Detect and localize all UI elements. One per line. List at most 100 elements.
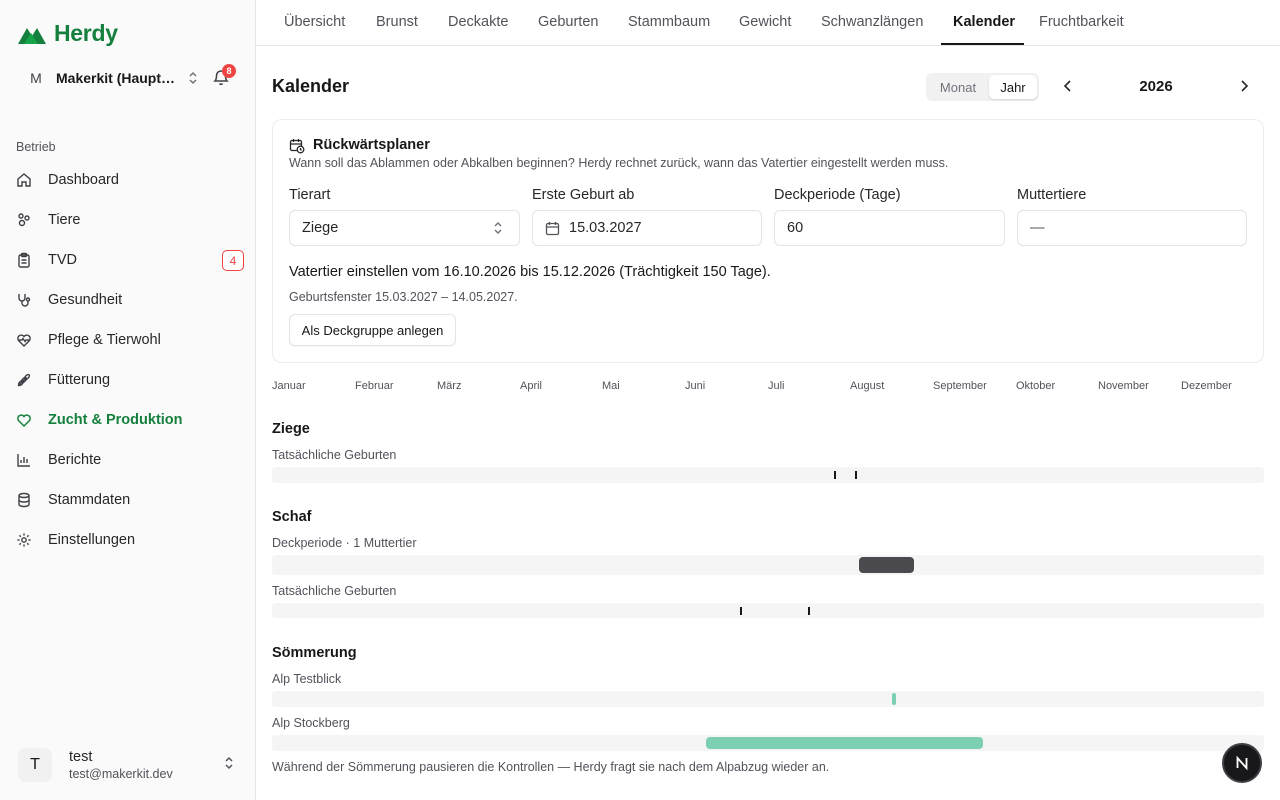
gear-icon <box>16 532 32 548</box>
user-avatar: T <box>18 748 52 782</box>
sidebar-item-label: Gesundheit <box>48 292 123 308</box>
bar-chart-icon <box>16 452 32 468</box>
nav-group-label: Betrieb <box>16 140 56 154</box>
view-toggle: Monat Jahr <box>926 73 1039 101</box>
mothers-value: — <box>1030 220 1045 236</box>
tab-deckakte[interactable]: Deckakte <box>448 14 508 30</box>
chevron-right-icon <box>1241 80 1249 92</box>
chevrons-up-down-icon <box>186 71 200 85</box>
logo[interactable]: Herdy <box>18 20 118 47</box>
pasture-testblick-track <box>272 691 1264 707</box>
planner-title: Rückwärtsplaner <box>313 137 430 153</box>
period-bar[interactable] <box>892 693 896 705</box>
breeding-period-value: 60 <box>787 220 804 236</box>
month-label: Juli <box>768 380 785 392</box>
tab-stammbaum[interactable]: Stammbaum <box>628 14 710 30</box>
birth-tick[interactable] <box>807 607 810 615</box>
sidebar-item-stammdaten[interactable]: Stammdaten <box>8 480 248 520</box>
view-month-button[interactable]: Monat <box>930 75 986 99</box>
heart-icon <box>16 412 32 428</box>
birth-tick[interactable] <box>834 471 837 479</box>
sidebar-item-dashboard[interactable]: Dashboard <box>8 160 248 200</box>
year-label: 2026 <box>1139 78 1173 95</box>
sidebar-item-fuetterung[interactable]: Fütterung <box>8 360 248 400</box>
species-label: Tierart <box>289 187 331 203</box>
species-select[interactable]: Ziege <box>289 210 520 246</box>
chevrons-up-down-icon <box>222 756 236 770</box>
stethoscope-icon <box>16 292 32 308</box>
birth-window: Geburtsfenster 15.03.2027 – 14.05.2027. <box>289 290 518 304</box>
user-meta: test test@makerkit.dev <box>69 749 173 781</box>
sheep-section-title: Schaf <box>272 509 312 525</box>
sheep-births-label: Tatsächliche Geburten <box>272 584 397 598</box>
sidebar-item-label: Stammdaten <box>48 492 131 508</box>
database-icon <box>16 492 32 508</box>
sidebar-item-label: Fütterung <box>48 372 111 388</box>
tvd-count-badge: 4 <box>222 250 244 271</box>
month-label: Dezember <box>1181 380 1232 392</box>
page-title: Kalender <box>272 76 350 96</box>
tab-kalender[interactable]: Kalender <box>953 14 1015 30</box>
pasture-label: Alp Stockberg <box>272 716 350 730</box>
org-name: Makerkit (Hauptbetrieb) <box>56 70 178 86</box>
main-nav: Dashboard Tiere TVD 4 Gesundheit Pflege … <box>8 160 248 560</box>
summer-section-title: Sömmerung <box>272 645 357 661</box>
wheat-icon <box>16 372 32 388</box>
sheep-breeding-label: Deckperiode · 1 Muttertier <box>272 536 417 550</box>
heart-pulse-icon <box>16 332 32 348</box>
next-year-button[interactable] <box>1236 78 1252 94</box>
birth-tick[interactable] <box>855 471 858 479</box>
month-label: Februar <box>355 380 394 392</box>
org-avatar: M <box>30 70 42 86</box>
sidebar-item-label: Dashboard <box>48 172 119 188</box>
sheep-breeding-track <box>272 555 1264 575</box>
breeding-period-input[interactable]: 60 <box>774 210 1005 246</box>
sidebar-item-label: Berichte <box>48 452 102 468</box>
chevron-left-icon <box>1063 80 1071 92</box>
month-label: Januar <box>272 380 306 392</box>
org-switcher[interactable]: M Makerkit (Hauptbetrieb) <box>16 60 240 96</box>
tab-uebersicht[interactable]: Übersicht <box>284 14 345 30</box>
period-bar[interactable] <box>706 737 984 749</box>
goat-section-title: Ziege <box>272 421 310 437</box>
home-icon <box>16 172 32 188</box>
planner-result: Vatertier einstellen vom 16.10.2026 bis … <box>289 264 771 280</box>
dev-tools-button[interactable] <box>1222 743 1262 783</box>
mothers-select[interactable]: — <box>1017 210 1247 246</box>
active-tab-indicator <box>941 43 1024 45</box>
notification-count-badge: 8 <box>222 64 236 78</box>
sidebar-item-einstellungen[interactable]: Einstellungen <box>8 520 248 560</box>
birth-tick[interactable] <box>740 607 743 615</box>
previous-year-button[interactable] <box>1060 78 1076 94</box>
tab-fruchtbarkeit[interactable]: Fruchtbarkeit <box>1039 14 1124 30</box>
view-year-button[interactable]: Jahr <box>989 75 1037 99</box>
animal-icon <box>16 212 32 228</box>
sheep-births-track <box>272 603 1264 618</box>
month-label: Mai <box>602 380 620 392</box>
sidebar: Herdy M Makerkit (Hauptbetrieb) 8 Betrie… <box>0 0 256 800</box>
user-menu[interactable]: T test test@makerkit.dev <box>8 737 246 793</box>
tab-brunst[interactable]: Brunst <box>376 14 418 30</box>
month-label: August <box>850 380 885 392</box>
calendar-clock-icon <box>289 138 305 154</box>
tab-schwanzlaengen[interactable]: Schwanzlängen <box>821 14 923 30</box>
month-label: September <box>933 380 987 392</box>
sidebar-item-pflege[interactable]: Pflege & Tierwohl <box>8 320 248 360</box>
first-birth-date-picker[interactable]: 15.03.2027 <box>532 210 762 246</box>
create-breeding-group-button[interactable]: Als Deckgruppe anlegen <box>289 314 456 346</box>
clipboard-icon <box>16 252 32 268</box>
sidebar-item-label: Tiere <box>48 212 81 228</box>
sidebar-item-tvd[interactable]: TVD 4 <box>8 240 248 280</box>
period-bar[interactable] <box>859 557 914 573</box>
sidebar-item-gesundheit[interactable]: Gesundheit <box>8 280 248 320</box>
sidebar-item-berichte[interactable]: Berichte <box>8 440 248 480</box>
sidebar-item-tiere[interactable]: Tiere <box>8 200 248 240</box>
month-label: April <box>520 380 543 392</box>
sidebar-item-zucht[interactable]: Zucht & Produktion <box>8 400 248 440</box>
pasture-stockberg-track <box>272 735 1264 751</box>
species-value: Ziege <box>302 220 339 236</box>
tab-gewicht[interactable]: Gewicht <box>739 14 791 30</box>
tab-geburten[interactable]: Geburten <box>538 14 598 30</box>
month-label: November <box>1098 380 1149 392</box>
pasture-label: Alp Testblick <box>272 672 342 686</box>
